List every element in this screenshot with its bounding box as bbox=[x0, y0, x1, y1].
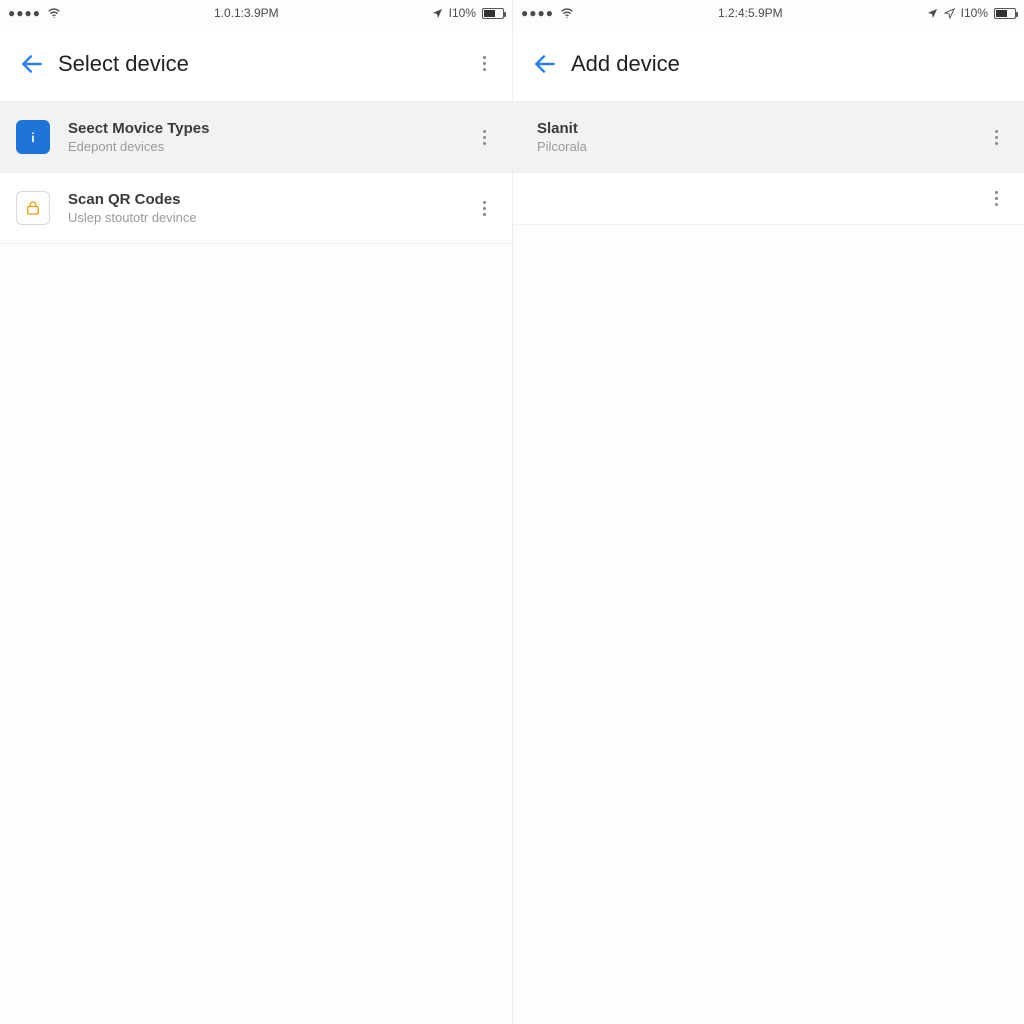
back-button[interactable] bbox=[527, 46, 563, 82]
header-more-button[interactable] bbox=[470, 46, 498, 82]
list-item-subtitle: Edepont devices bbox=[68, 139, 472, 154]
more-vertical-icon bbox=[483, 130, 486, 145]
cell-signal-icon: ●●●● bbox=[8, 6, 41, 20]
row-more-button[interactable] bbox=[984, 191, 1008, 206]
location-icon bbox=[927, 8, 938, 19]
list-item-empty[interactable] bbox=[513, 173, 1024, 225]
back-button[interactable] bbox=[14, 46, 50, 82]
status-bar: ●●●● 1.0.1:3.9PM I10% bbox=[0, 0, 512, 26]
status-time: 1.0.1:3.9PM bbox=[214, 6, 279, 20]
more-vertical-icon bbox=[995, 130, 998, 145]
battery-icon bbox=[482, 8, 504, 19]
cell-signal-icon: ●●●● bbox=[521, 6, 554, 20]
status-time: 1.2:4:5.9PM bbox=[718, 6, 783, 20]
arrow-left-icon bbox=[19, 51, 45, 77]
app-header: Add device bbox=[513, 26, 1024, 102]
lock-square-icon bbox=[16, 191, 50, 225]
list-item-subtitle: Pilcorala bbox=[537, 139, 984, 154]
battery-icon bbox=[994, 8, 1016, 19]
list-content: Seect Movice Types Edepont devices Scan … bbox=[0, 102, 512, 1024]
app-header: Select device bbox=[0, 26, 512, 102]
more-vertical-icon bbox=[483, 201, 486, 216]
arrow-left-icon bbox=[532, 51, 558, 77]
screen-add-device: ●●●● 1.2:4:5.9PM I10% Add device Slanit … bbox=[512, 0, 1024, 1024]
list-item-title: Scan QR Codes bbox=[68, 191, 472, 208]
list-item-scan-qr-codes[interactable]: Scan QR Codes Uslep stoutotr devince bbox=[0, 173, 512, 244]
info-square-icon bbox=[16, 120, 50, 154]
list-item-title: Slanit bbox=[537, 120, 984, 137]
wifi-icon bbox=[560, 6, 574, 20]
list-item-subtitle: Uslep stoutotr devince bbox=[68, 210, 472, 225]
row-more-button[interactable] bbox=[472, 130, 496, 145]
more-vertical-icon bbox=[483, 56, 486, 71]
battery-pct: I10% bbox=[961, 6, 988, 20]
list-item-select-device-types[interactable]: Seect Movice Types Edepont devices bbox=[0, 102, 512, 173]
row-more-button[interactable] bbox=[984, 130, 1008, 145]
row-more-button[interactable] bbox=[472, 201, 496, 216]
location-icon bbox=[432, 8, 443, 19]
battery-pct: I10% bbox=[449, 6, 476, 20]
list-item-slanit[interactable]: Slanit Pilcorala bbox=[513, 102, 1024, 173]
wifi-icon bbox=[47, 6, 61, 20]
list-item-title: Seect Movice Types bbox=[68, 120, 472, 137]
page-title: Select device bbox=[58, 51, 470, 77]
screen-select-device: ●●●● 1.0.1:3.9PM I10% Select device bbox=[0, 0, 512, 1024]
status-bar: ●●●● 1.2:4:5.9PM I10% bbox=[513, 0, 1024, 26]
list-content: Slanit Pilcorala bbox=[513, 102, 1024, 1024]
location-icon bbox=[944, 8, 955, 19]
page-title: Add device bbox=[571, 51, 1010, 77]
more-vertical-icon bbox=[995, 191, 998, 206]
